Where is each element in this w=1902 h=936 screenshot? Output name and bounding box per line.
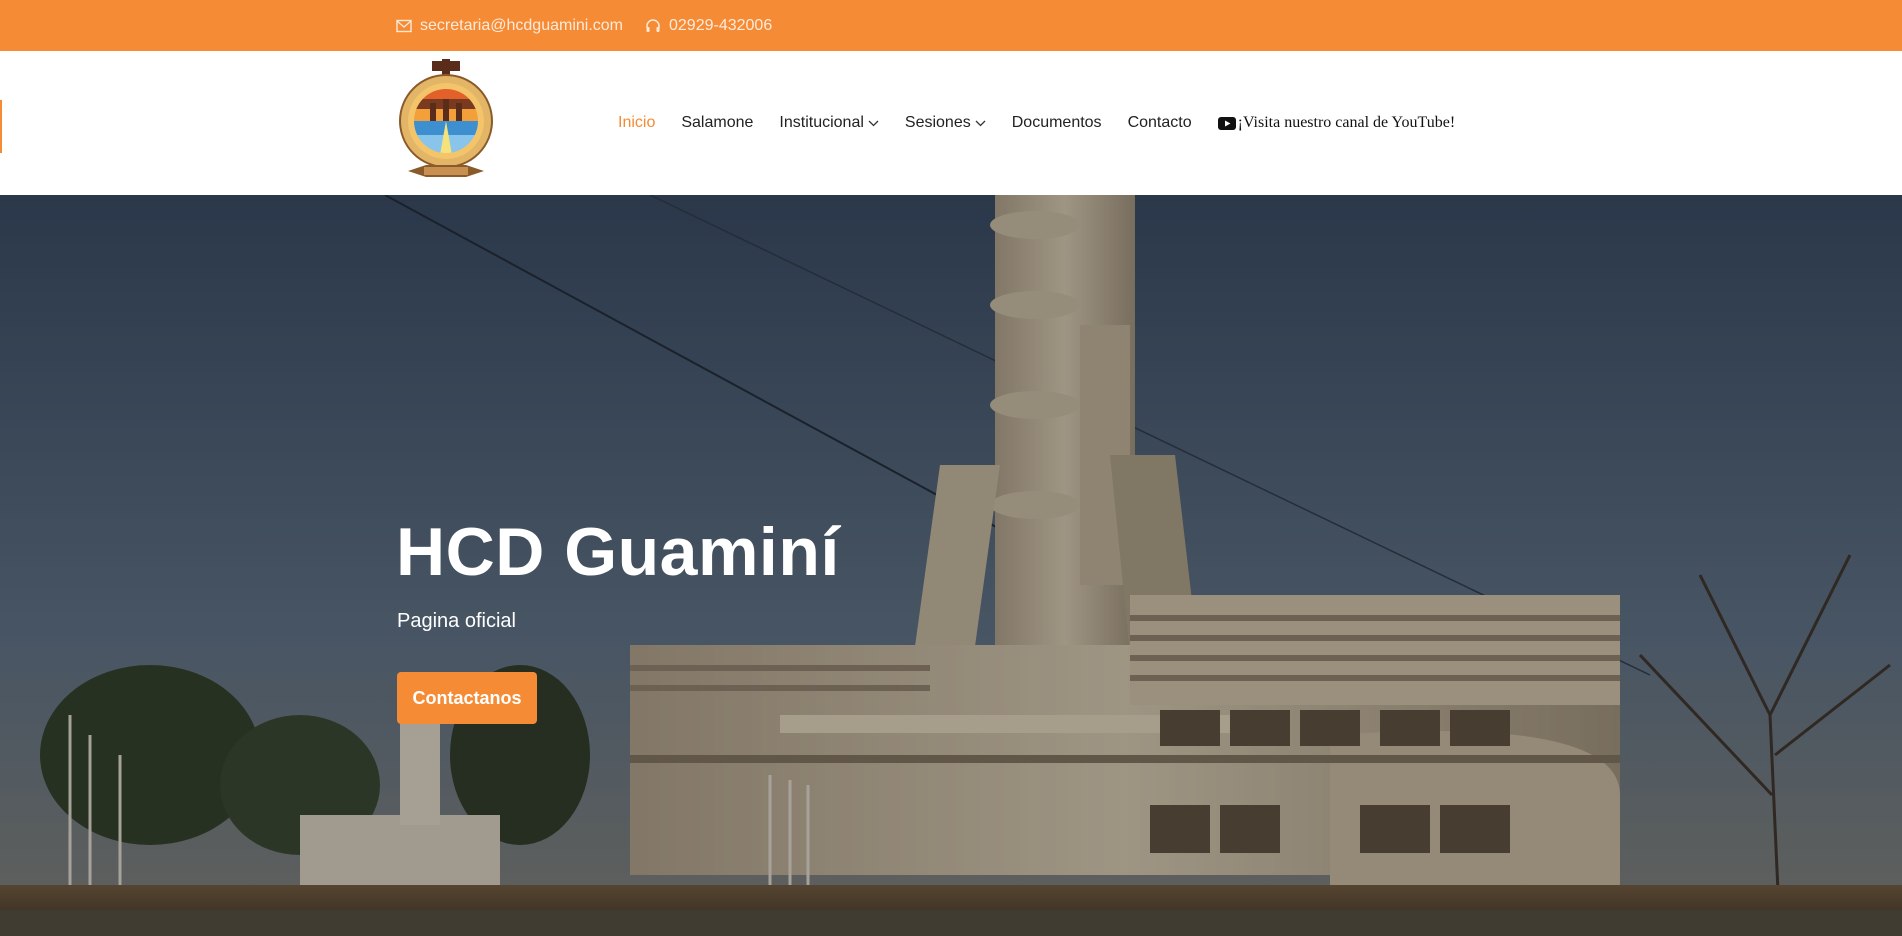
nav-item-inicio[interactable]: Inicio	[618, 114, 655, 132]
contact-email-text[interactable]: secretaria@hcdguamini.com	[420, 17, 623, 35]
contact-email[interactable]: secretaria@hcdguamini.com	[396, 17, 623, 35]
nav-item-sesiones[interactable]: Sesiones	[905, 114, 986, 132]
envelope-icon	[396, 19, 412, 32]
nav-item-sesiones-label: Sesiones	[904, 114, 971, 131]
top-contact-bar: secretaria@hcdguamini.com 02929-432006	[0, 0, 1902, 51]
nav-item-contacto[interactable]: Contacto	[1128, 114, 1192, 132]
municipal-seal-logo[interactable]	[396, 59, 496, 187]
main-navigation: Inicio Salamone Institucional Sesiones D…	[618, 51, 1455, 195]
chevron-down-icon	[975, 120, 986, 126]
nav-item-salamone-label: Salamone	[681, 114, 754, 131]
hero-dark-overlay	[0, 195, 1902, 936]
chevron-down-icon	[868, 120, 879, 126]
nav-item-documentos-label: Documentos	[1011, 114, 1102, 131]
nav-item-salamone[interactable]: Salamone	[681, 114, 753, 132]
nav-item-contacto-label: Contacto	[1127, 114, 1192, 131]
youtube-icon	[1217, 116, 1236, 130]
nav-item-youtube[interactable]: ¡Visita nuestro canal de YouTube!	[1217, 114, 1456, 132]
youtube-link-label: ¡Visita nuestro canal de YouTube!	[1237, 114, 1456, 131]
left-edge-accent	[0, 100, 2, 153]
contact-button[interactable]: Contactanos	[397, 672, 537, 724]
headphones-icon	[646, 18, 660, 32]
nav-item-institucional-label: Institucional	[779, 114, 864, 131]
contact-phone-text[interactable]: 02929-432006	[669, 17, 772, 35]
contact-phone[interactable]: 02929-432006	[645, 17, 772, 35]
hero-banner: HCD Guaminí Pagina oficial Contactanos	[0, 195, 1902, 936]
nav-item-inicio-label: Inicio	[618, 114, 656, 131]
nav-item-documentos[interactable]: Documentos	[1012, 114, 1102, 132]
site-header: Inicio Salamone Institucional Sesiones D…	[0, 51, 1902, 195]
hero-title: HCD Guaminí	[396, 514, 840, 590]
hero-subtitle: Pagina oficial	[397, 610, 516, 632]
nav-item-institucional[interactable]: Institucional	[779, 114, 879, 132]
